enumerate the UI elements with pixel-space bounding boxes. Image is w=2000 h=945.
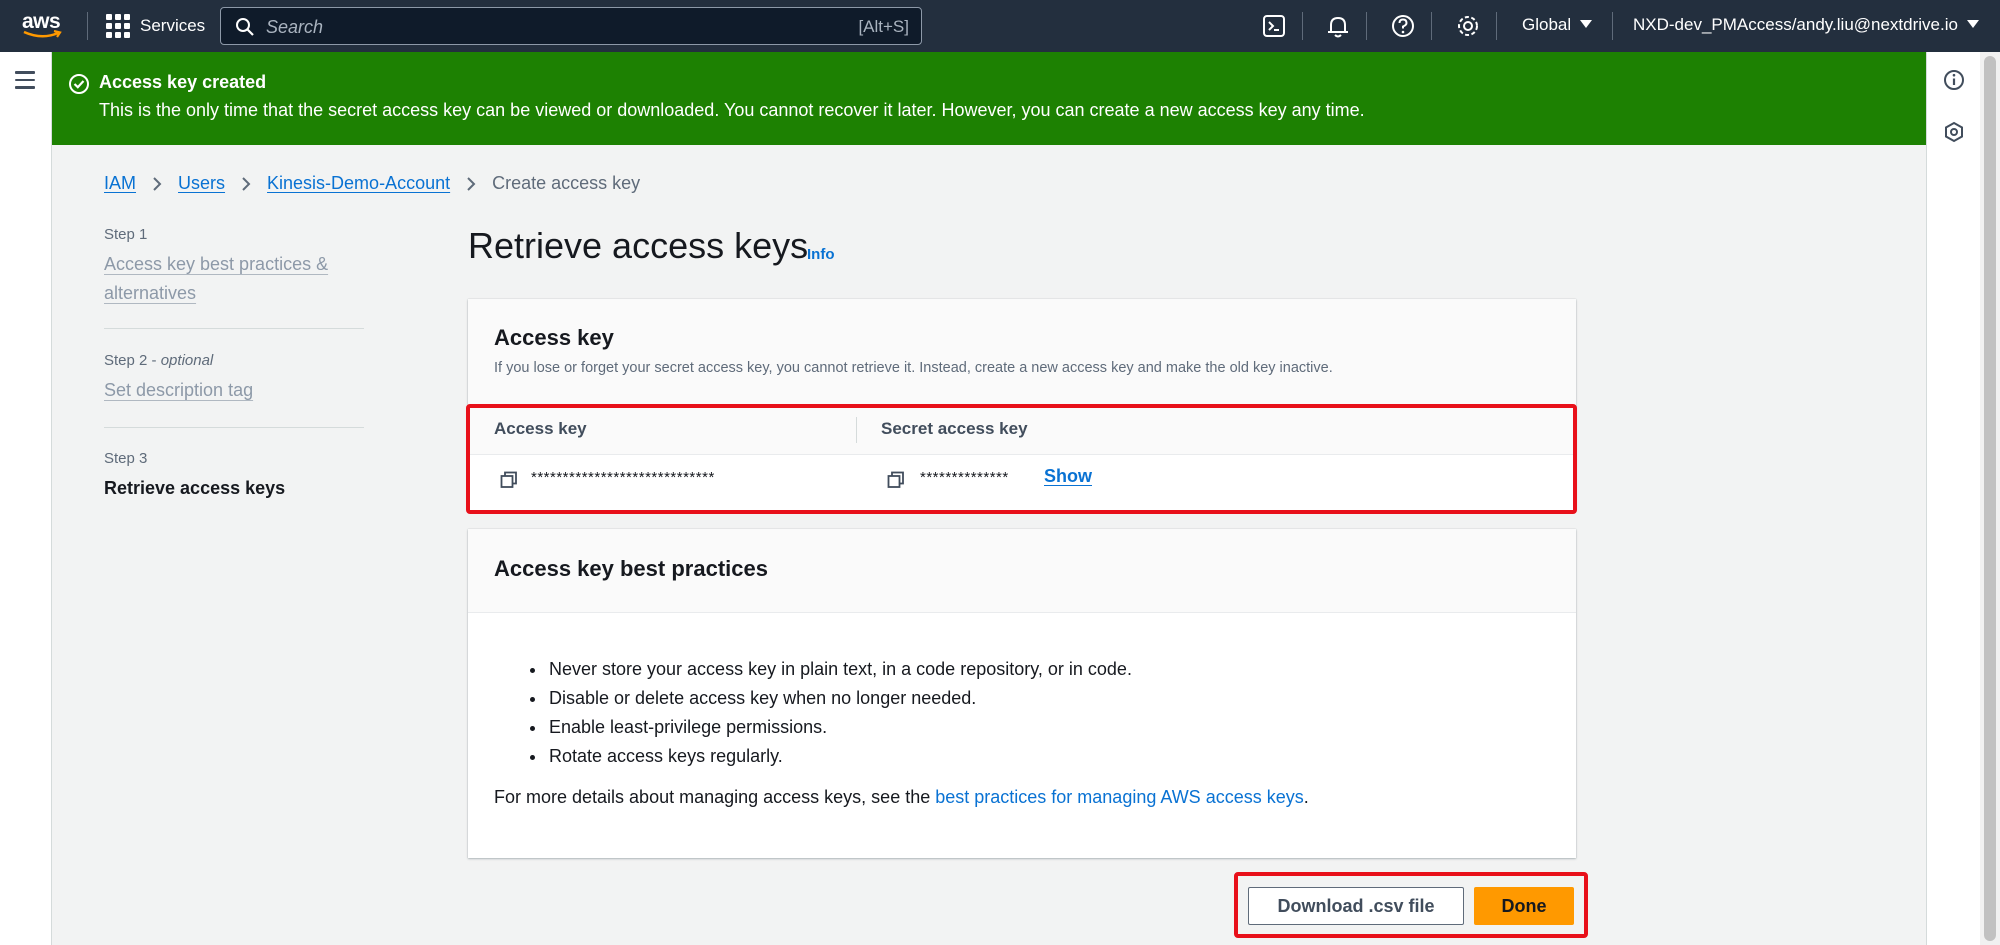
best-practices-title: Access key best practices xyxy=(494,556,768,581)
list-item: Never store your access key in plain tex… xyxy=(547,655,1132,684)
step-3-label: Step 3 xyxy=(104,450,148,467)
flash-title: Access key created xyxy=(99,72,267,92)
flash-message: This is the only time that the secret ac… xyxy=(99,100,1365,120)
tools-panel xyxy=(1926,52,1980,945)
breadcrumb-iam[interactable]: IAM xyxy=(104,173,136,194)
side-navigation-collapsed xyxy=(0,52,52,945)
search-placeholder: Search xyxy=(266,17,324,37)
highlight-box-keys xyxy=(466,404,1577,514)
access-key-title: Access key xyxy=(494,325,614,350)
nav-divider xyxy=(1496,12,1497,40)
access-key-header: Access key If you lose or forget your se… xyxy=(468,299,1576,405)
info-link[interactable]: Info xyxy=(807,246,835,263)
list-item: Disable or delete access key when no lon… xyxy=(547,684,1132,713)
breadcrumb-users[interactable]: Users xyxy=(178,173,225,194)
list-item: Enable least-privilege permissions. xyxy=(547,713,1132,742)
step-divider xyxy=(104,328,364,329)
success-icon xyxy=(69,74,89,94)
best-practices-container: Access key best practices Never store yo… xyxy=(468,529,1576,858)
scrollbar-thumb[interactable] xyxy=(1984,56,1996,941)
best-practices-header: Access key best practices xyxy=(468,529,1576,613)
grid-icon xyxy=(106,14,130,38)
top-navigation: aws Services Search [Alt+S] Global NXD-d… xyxy=(0,0,2000,52)
help-icon[interactable] xyxy=(1390,13,1416,39)
access-key-description: If you lose or forget your secret access… xyxy=(494,360,1333,376)
step-divider xyxy=(104,427,364,428)
chevron-right-icon xyxy=(153,176,162,191)
search-shortcut: [Alt+S] xyxy=(858,17,909,36)
gear-icon[interactable] xyxy=(1455,13,1481,39)
nav-divider xyxy=(1612,12,1613,40)
breadcrumb-current: Create access key xyxy=(492,173,641,193)
smile-icon xyxy=(23,30,62,38)
breadcrumb: IAM Users Kinesis-Demo-Account Create ac… xyxy=(104,173,640,194)
cloudshell-icon[interactable] xyxy=(1261,13,1287,39)
chevron-right-icon xyxy=(242,176,251,191)
step-1-link[interactable]: Access key best practices & alternatives xyxy=(104,250,354,308)
search-icon xyxy=(236,18,254,36)
nav-divider xyxy=(1431,12,1432,40)
page-title: Retrieve access keys xyxy=(468,225,809,266)
services-menu[interactable]: Services xyxy=(106,14,205,38)
breadcrumb-user[interactable]: Kinesis-Demo-Account xyxy=(267,173,450,194)
chevron-right-icon xyxy=(467,176,476,191)
menu-icon[interactable] xyxy=(15,71,35,94)
search-input[interactable]: Search [Alt+S] xyxy=(220,7,922,45)
nav-divider xyxy=(1302,12,1303,40)
step-2-label: Step 2 - optional xyxy=(104,352,214,369)
best-practices-list: Never store your access key in plain tex… xyxy=(547,655,1132,771)
hexagon-icon[interactable] xyxy=(1943,121,1965,143)
list-item: Rotate access keys regularly. xyxy=(547,742,1132,771)
best-practices-link[interactable]: best practices for managing AWS access k… xyxy=(935,787,1304,807)
info-icon[interactable] xyxy=(1943,69,1965,91)
step-3-current: Retrieve access keys xyxy=(104,478,286,498)
bell-icon[interactable] xyxy=(1325,13,1351,39)
success-flashbar: Access key created This is the only time… xyxy=(52,52,1926,145)
nav-divider xyxy=(87,12,88,40)
services-label: Services xyxy=(140,16,206,35)
step-1-label: Step 1 xyxy=(104,226,148,243)
nav-divider xyxy=(1366,12,1367,40)
aws-logo[interactable]: aws xyxy=(22,10,66,42)
account-menu[interactable]: NXD-dev_PMAccess/andy.liu@nextdrive.io xyxy=(1633,15,1979,35)
more-details-text: For more details about managing access k… xyxy=(494,787,1309,807)
step-2-link[interactable]: Set description tag xyxy=(104,376,253,405)
region-selector[interactable]: Global xyxy=(1522,15,1593,35)
highlight-box-actions xyxy=(1234,872,1588,938)
